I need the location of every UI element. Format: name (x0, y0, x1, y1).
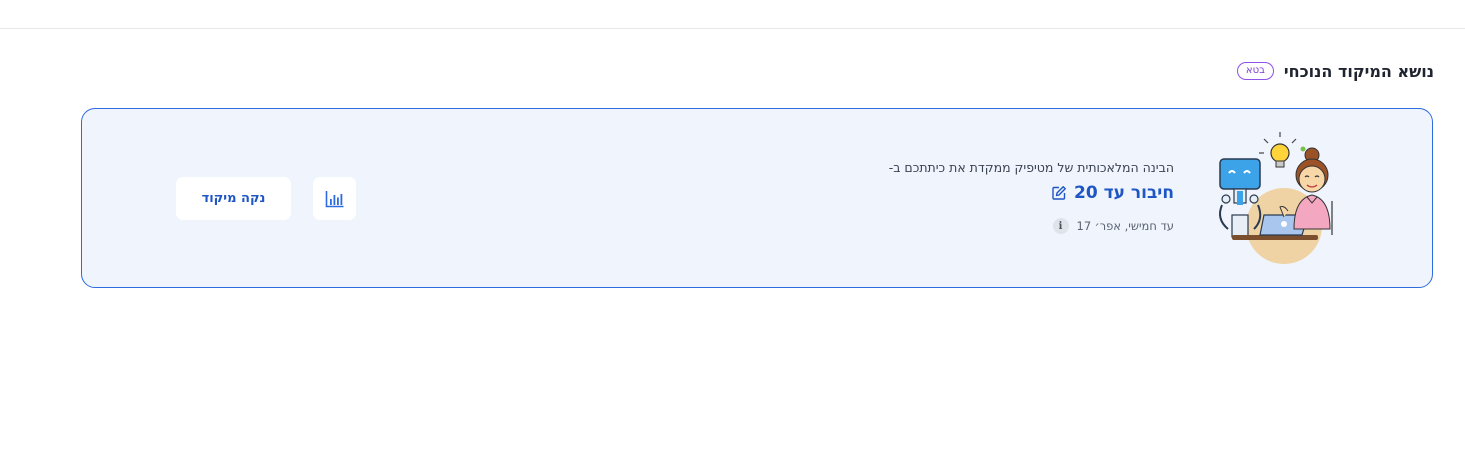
focus-intro-text: הבינה המלאכותית של מטיפיק ממקדת את כיתתכ… (888, 160, 1174, 175)
focus-topic: חיבור עד 20 (1074, 183, 1174, 203)
info-icon[interactable]: i (1052, 218, 1069, 234)
focus-card: הבינה המלאכותית של מטיפיק ממקדת את כיתתכ… (81, 108, 1433, 288)
page-title: נושא המיקוד הנוכחי (1283, 61, 1434, 81)
section-header: נושא המיקוד הנוכחי בטא (1236, 58, 1434, 84)
focus-text-block: הבינה המלאכותית של מטיפיק ממקדת את כיתתכ… (774, 159, 1174, 235)
teacher-robot-illustration (1219, 132, 1333, 264)
top-divider (0, 28, 1465, 29)
stats-button[interactable] (313, 177, 356, 220)
pencil-edit-icon[interactable] (1051, 185, 1067, 201)
focus-date: עד חמישי, אפר׳ 17 (1076, 219, 1175, 233)
clear-focus-button[interactable]: נקה מיקוד (176, 177, 291, 220)
date-row: עד חמישי, אפר׳ 17 i (774, 217, 1174, 235)
topic-row: חיבור עד 20 (774, 182, 1174, 204)
bar-chart-icon (325, 190, 343, 207)
beta-badge: בטא (1236, 62, 1274, 80)
